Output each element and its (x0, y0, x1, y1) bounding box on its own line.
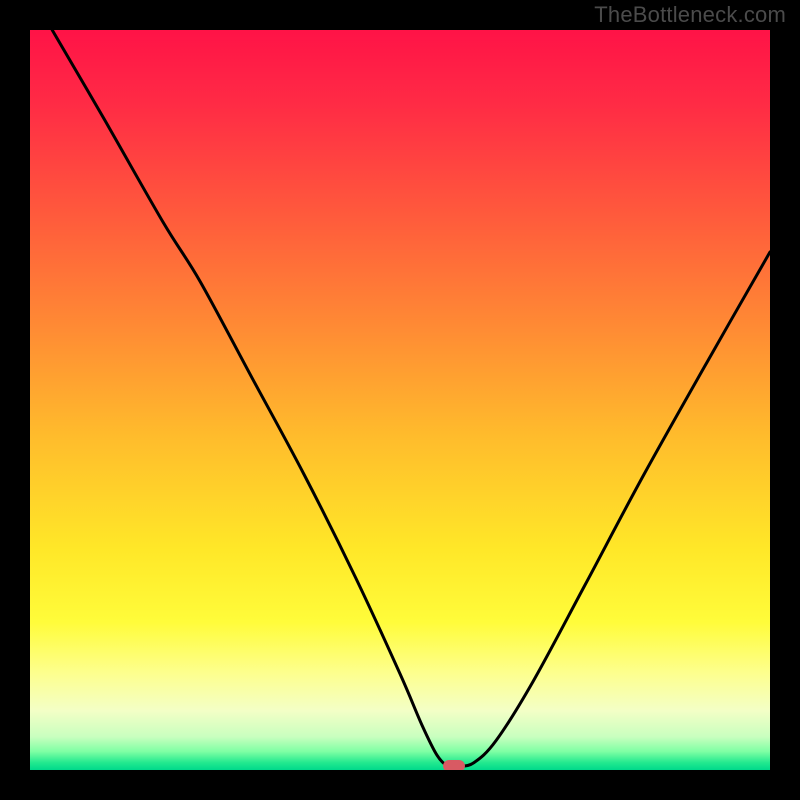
plot-area (30, 30, 770, 770)
plot-border (25, 25, 775, 775)
watermark-text: TheBottleneck.com (594, 2, 786, 28)
bottleneck-curve (30, 30, 770, 770)
optimal-point-marker (443, 760, 465, 770)
image-frame: TheBottleneck.com (0, 0, 800, 800)
